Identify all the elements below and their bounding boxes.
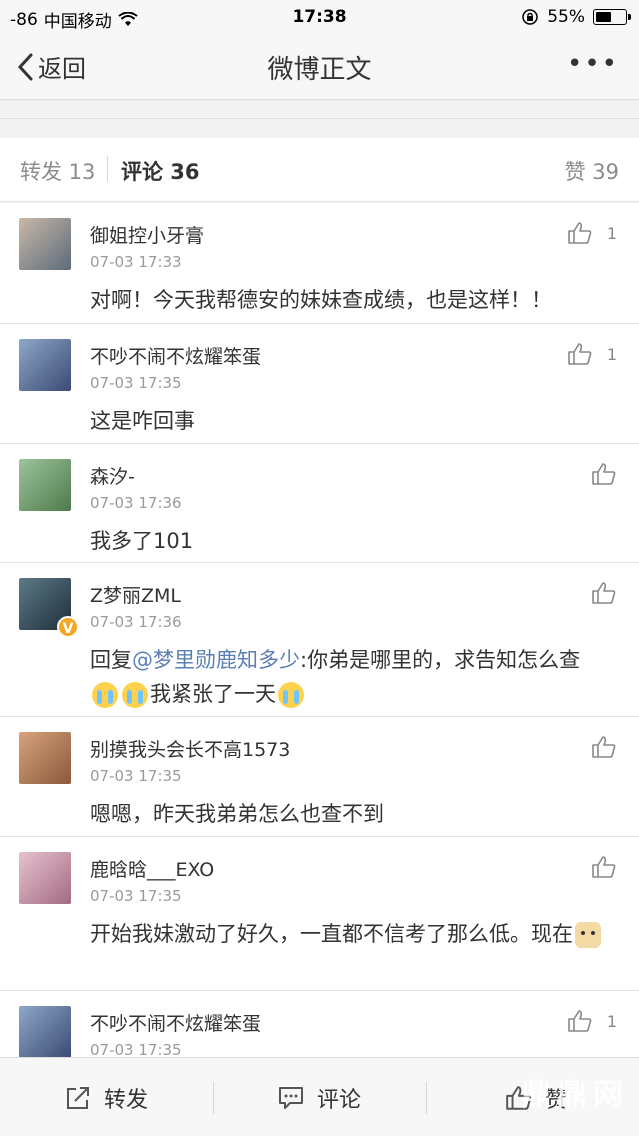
share-icon [67,1087,89,1109]
comment-label: 评论 [317,1088,362,1113]
like-button[interactable] [591,855,617,879]
comment-text: 嗯嗯，昨天我弟弟怎么也查不到 [90,802,384,826]
comment-time: 07-03 17:36 [90,613,182,631]
like-count: 1 [606,344,617,364]
list-item[interactable]: 鹿晗晗___EXO 07-03 17:35 开始我妹激动了好久，一直都不信考了那… [0,837,639,991]
like-button[interactable]: 1 [567,221,617,245]
thumbs-up-icon [592,582,616,604]
thumbs-up-icon [568,1010,592,1032]
thumbs-up-icon [592,463,616,485]
rotation-lock-icon [522,9,538,25]
like-count: 1 [606,1011,617,1031]
reply-body: :你弟是哪里的，求告知怎么查 [300,648,581,672]
comment-username[interactable]: 鹿晗晗___EXO [90,855,214,882]
repost-label: 转发 [104,1088,149,1113]
doge-emoji-icon [575,922,601,948]
avatar[interactable] [19,1006,71,1057]
list-item[interactable]: V Z梦丽ZML 07-03 17:36 回复@梦里勋鹿知多少:你弟是哪里的，求… [0,563,639,717]
comment-icon [279,1087,303,1109]
comment-text: 我多了101 [90,529,194,553]
comment-username[interactable]: 不吵不闹不炫耀笨蛋 [90,1009,261,1036]
watermark: 鼎鼎网 [521,1078,629,1113]
comment-time: 07-03 17:35 [90,1041,182,1057]
like-button[interactable] [591,735,617,759]
tab-like[interactable]: 赞 39 [565,156,619,186]
comment-body: 开始我妹激动了好久，一直都不信考了那么低。现在 [90,922,573,946]
crying-emoji-icon [92,682,118,708]
list-item[interactable]: 森汐- 07-03 17:36 我多了101 [0,444,639,563]
comment-text: 这是咋回事 [90,409,195,433]
list-item[interactable]: 不吵不闹不炫耀笨蛋 07-03 17:35 1 [0,991,639,1057]
page-title: 微博正文 [267,55,372,85]
divider [0,118,639,119]
mention-link[interactable]: @梦里勋鹿知多少 [132,648,300,672]
reply-suffix: 我紧张了一天 [150,682,276,706]
like-button[interactable]: 1 [567,342,617,366]
like-count: 1 [606,223,617,243]
tab-bar: 转发 13 评论 36 赞 39 [0,138,639,202]
comment-text: 开始我妹激动了好久，一直都不信考了那么低。现在 [90,917,609,951]
comment-time: 07-03 17:35 [90,767,182,785]
list-item[interactable]: 御姐控小牙膏 07-03 17:33 对啊！今天我帮德安的妹妹查成绩，也是这样！… [0,203,639,324]
verified-badge-icon: V [57,616,79,638]
comment-button[interactable]: 评论 [277,1082,361,1114]
comment-text: 回复@梦里勋鹿知多少:你弟是哪里的，求告知怎么查我紧张了一天 [90,643,609,711]
thumbs-up-icon [568,343,592,365]
crying-emoji-icon [278,682,304,708]
like-button[interactable] [591,581,617,605]
more-options-icon[interactable]: ••• [567,51,619,77]
thumbs-up-icon [592,856,616,878]
list-item[interactable]: 不吵不闹不炫耀笨蛋 07-03 17:35 这是咋回事 1 [0,324,639,444]
crying-emoji-icon [122,682,148,708]
reply-prefix: 回复 [90,648,132,672]
toolbar-divider [213,1082,214,1114]
tab-repost[interactable]: 转发 13 [20,156,95,186]
comment-time: 07-03 17:36 [90,494,182,512]
status-bar: -86 中国移动 17:38 55% [0,0,639,34]
toolbar-divider [426,1082,427,1114]
list-item[interactable]: 别摸我头会长不高1573 07-03 17:35 嗯嗯，昨天我弟弟怎么也查不到 [0,717,639,837]
comment-time: 07-03 17:33 [90,253,182,271]
comment-username[interactable]: 御姐控小牙膏 [90,221,204,248]
comment-username[interactable]: Z梦丽ZML [90,581,181,608]
comment-username[interactable]: 别摸我头会长不高1573 [90,735,290,762]
battery-percent: 55% [547,7,585,27]
tab-comment[interactable]: 评论 36 [121,156,200,186]
like-button[interactable]: 1 [567,1009,617,1033]
comment-time: 07-03 17:35 [90,887,182,905]
comment-time: 07-03 17:35 [90,374,182,392]
battery-level [596,12,612,22]
battery-icon [593,9,631,25]
thumbs-up-icon [592,736,616,758]
avatar[interactable] [19,339,71,391]
avatar[interactable] [19,459,71,511]
avatar[interactable] [19,852,71,904]
comment-list[interactable]: 御姐控小牙膏 07-03 17:33 对啊！今天我帮德安的妹妹查成绩，也是这样！… [0,203,639,1057]
thumbs-up-icon [568,222,592,244]
tab-divider [107,156,108,182]
like-button[interactable] [591,462,617,486]
comment-text: 对啊！今天我帮德安的妹妹查成绩，也是这样！！ [90,288,552,312]
status-right: 55% [521,7,631,27]
avatar[interactable] [19,218,71,270]
repost-button[interactable]: 转发 [64,1082,148,1114]
avatar[interactable] [19,732,71,784]
comment-username[interactable]: 不吵不闹不炫耀笨蛋 [90,342,261,369]
nav-bar: 返回 微博正文 ••• [0,34,639,100]
comment-username[interactable]: 森汐- [90,462,135,489]
